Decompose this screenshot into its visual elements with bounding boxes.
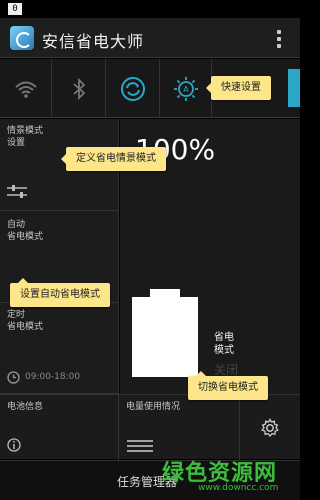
mode-label-line1: 省电 [214,332,234,343]
tooltip-switch-mode: 切换省电模式 [188,371,268,400]
timer-range: 09:00-18:00 [25,372,81,382]
power-usage-label: 电量使用情况 [126,402,181,412]
battery-info-label: 电池信息 [7,402,44,412]
usage-list-icon [127,440,153,452]
bluetooth-icon [72,77,85,100]
app-title: 安信省电大师 [42,32,145,51]
tooltip-define-scene: 定义省电情景模式 [61,147,166,171]
settings-tile[interactable] [240,395,300,460]
overflow-menu-icon[interactable] [276,30,282,48]
sliders-icon [7,185,27,198]
svg-text:A: A [183,85,189,94]
auto-mode-label: 自动 [7,220,26,230]
watermark-url: www.downcc.com [198,483,279,493]
battery-icon [132,297,198,377]
app-logo-icon [10,26,34,50]
data-icon [288,69,300,107]
brightness-icon: A [173,76,198,101]
mode-label-line2: 模式 [214,345,234,356]
gear-icon [261,418,279,438]
scene-mode-sublabel: 设置 [7,138,26,148]
notification-badge: 0 [8,3,22,15]
power-usage-tile[interactable]: 电量使用情况 [119,395,240,460]
info-icon [7,438,21,452]
power-saving-mode-toggle[interactable]: 省电 模式 [214,331,234,357]
timer-mode-tile[interactable]: 定时 省电模式 09:00-18:00 [0,303,119,394]
sync-toggle[interactable] [106,59,160,118]
sync-icon [120,76,145,101]
bluetooth-toggle[interactable] [52,59,106,118]
tooltip-auto-mode: 设置自动省电模式 [10,278,110,307]
auto-mode-sublabel: 省电模式 [7,232,44,242]
bottom-row: 电池信息 电量使用情况 [0,394,300,460]
status-bar: 0 [0,0,300,18]
app-header: 安信省电大师 [0,18,300,58]
scene-mode-label: 情景模式 [7,126,44,136]
wifi-toggle[interactable] [0,59,52,118]
battery-info-tile[interactable]: 电池信息 [0,395,119,460]
clock-icon [7,371,20,384]
timer-mode-sublabel: 省电模式 [7,322,44,332]
battery-cap [150,289,180,297]
timer-mode-label: 定时 [7,310,26,320]
tooltip-quick-settings: 快速设置 [206,76,271,100]
wifi-icon [14,81,37,98]
